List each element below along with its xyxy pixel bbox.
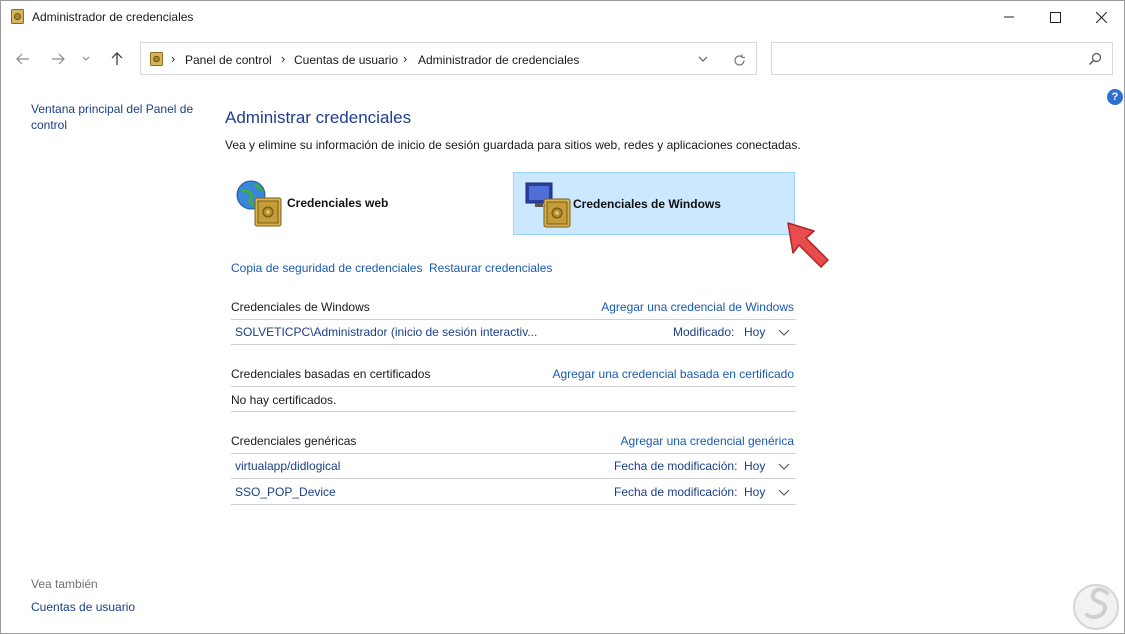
breadcrumb-user-accounts[interactable]: Cuentas de usuario (294, 53, 398, 67)
help-icon[interactable]: ? (1107, 89, 1123, 105)
expand-chevron-icon[interactable] (778, 489, 790, 497)
expand-chevron-icon[interactable] (778, 329, 790, 337)
minimize-icon (1004, 16, 1014, 18)
breadcrumb-separator-icon: › (171, 51, 176, 66)
credential-manager-window: Administrador de credenciales › Panel de… (0, 0, 1125, 634)
add-windows-credential-link[interactable]: Agregar una credencial de Windows (601, 300, 794, 314)
credential-manager-icon (11, 9, 24, 24)
user-accounts-link[interactable]: Cuentas de usuario (31, 600, 135, 614)
search-box[interactable] (771, 42, 1113, 75)
breadcrumb-control-panel[interactable]: Panel de control (185, 53, 272, 67)
control-panel-icon (150, 52, 163, 66)
generic-credential-modified-value: Hoy (744, 459, 766, 473)
arrow-left-icon (16, 53, 29, 65)
watermark-logo-icon (1073, 584, 1119, 630)
generic-credential-row-name[interactable]: SSO_POP_Device (235, 485, 336, 499)
no-certificates-text: No hay certificados. (231, 393, 337, 407)
generic-credentials-heading: Credenciales genéricas (231, 434, 357, 448)
generic-credential-row-name[interactable]: virtualapp/didlogical (235, 459, 340, 473)
window-title: Administrador de credenciales (32, 10, 194, 24)
certificate-credentials-heading: Credenciales basadas en certificados (231, 367, 431, 381)
windows-credential-row-name[interactable]: SOLVETICPC\Administrador (inicio de sesi… (235, 325, 537, 339)
divider (231, 319, 796, 320)
see-also-heading: Vea también (31, 577, 98, 591)
monitor-vault-icon (525, 182, 571, 228)
divider (231, 504, 796, 505)
generic-credential-modified-value: Hoy (744, 485, 766, 499)
windows-credentials-label: Credenciales de Windows (573, 197, 721, 211)
generic-credential-modified-label: Fecha de modificación: (614, 485, 738, 499)
back-button[interactable] (11, 47, 35, 71)
address-bar[interactable]: › Panel de control › Cuentas de usuario … (140, 42, 757, 75)
page-title: Administrar credenciales (225, 108, 412, 127)
title-bar: Administrador de credenciales (1, 1, 1124, 33)
red-arrow-pointer-icon (787, 222, 829, 268)
windows-credentials-tile[interactable]: Credenciales de Windows (513, 172, 795, 235)
maximize-icon (1049, 11, 1061, 23)
control-panel-home-link[interactable]: Ventana principal del Panel de control (31, 101, 201, 133)
breadcrumb-credential-manager[interactable]: Administrador de credenciales (418, 53, 579, 67)
breadcrumb-separator-icon: › (281, 51, 286, 66)
close-icon (1095, 11, 1107, 23)
up-button[interactable] (105, 47, 129, 71)
chevron-down-icon (82, 56, 90, 61)
expand-chevron-icon[interactable] (778, 463, 790, 471)
breadcrumb-separator-icon: › (403, 51, 408, 66)
web-credentials-tile[interactable]: Credenciales web (231, 172, 431, 235)
divider (231, 344, 796, 345)
backup-credentials-link[interactable]: Copia de seguridad de credenciales (231, 261, 422, 275)
minimize-button[interactable] (986, 1, 1032, 33)
windows-credential-modified-label: Modificado: (673, 325, 735, 339)
chevron-down-icon (698, 56, 708, 62)
arrow-right-icon (52, 53, 65, 65)
refresh-button[interactable] (731, 52, 747, 68)
globe-vault-icon (236, 180, 282, 227)
address-dropdown-button[interactable] (696, 52, 710, 66)
add-generic-credential-link[interactable]: Agregar una credencial genérica (621, 434, 794, 448)
maximize-button[interactable] (1032, 1, 1078, 33)
search-icon (1089, 52, 1102, 65)
page-description: Vea y elimine su información de inicio d… (225, 138, 801, 152)
arrow-up-icon (111, 52, 123, 65)
add-certificate-credential-link[interactable]: Agregar una credencial basada en certifi… (553, 367, 795, 381)
windows-credential-modified-value: Hoy (744, 325, 766, 339)
divider (231, 478, 796, 479)
windows-credentials-heading: Credenciales de Windows (231, 300, 370, 314)
divider (231, 411, 796, 412)
close-button[interactable] (1078, 1, 1124, 33)
divider (231, 453, 796, 454)
restore-credentials-link[interactable]: Restaurar credenciales (429, 261, 552, 275)
forward-button[interactable] (46, 47, 70, 71)
divider (231, 386, 796, 387)
refresh-icon (733, 54, 745, 66)
recent-locations-button[interactable] (77, 47, 95, 71)
web-credentials-label: Credenciales web (287, 196, 389, 210)
generic-credential-modified-label: Fecha de modificación: (614, 459, 738, 473)
